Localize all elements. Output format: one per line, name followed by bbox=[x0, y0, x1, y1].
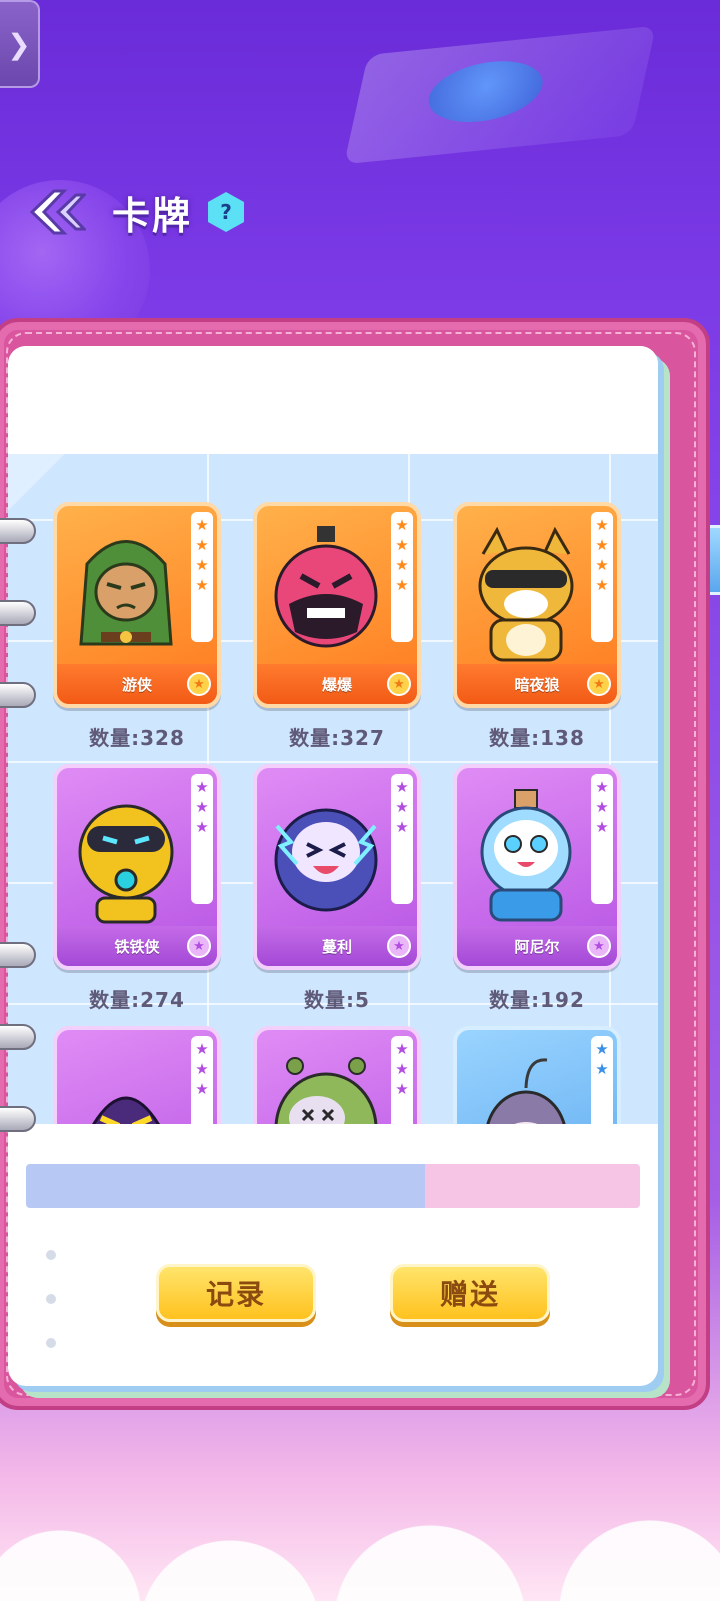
chevron-right-icon: ❯ bbox=[7, 27, 31, 61]
star-rating: ★ ★ ★ ★ bbox=[591, 512, 613, 642]
card-item[interactable]: ★ ★ ★ ★ 游侠 ★ bbox=[53, 502, 221, 708]
card-cell: ★ ★ ★ 蔓利 ★ 数量:5 bbox=[252, 764, 422, 1026]
back-button[interactable] bbox=[24, 184, 88, 240]
star-badge-icon: ★ bbox=[187, 672, 211, 696]
card-quantity: 数量:5 bbox=[304, 988, 370, 1012]
card-cell: ★ ★ ★ 铁铁侠 ★ 数量:274 bbox=[52, 764, 222, 1026]
page-title: 卡牌 bbox=[112, 193, 193, 238]
card-item[interactable]: ★ ★ ★ ★ 爆爆 ★ bbox=[253, 502, 421, 708]
star-badge-icon: ★ bbox=[187, 934, 211, 958]
binder-ring bbox=[0, 1106, 36, 1132]
decorative-strip bbox=[26, 1164, 640, 1208]
background-spaceship bbox=[343, 25, 657, 165]
card-grid-area[interactable]: ★ ★ ★ ★ 游侠 ★ 数量:328 ★ ★ ★ ★ 爆爆 ★ 数量:327 … bbox=[8, 454, 658, 1124]
zombie-character-icon bbox=[274, 1057, 378, 1124]
card-quantity: 数量:274 bbox=[89, 988, 185, 1012]
card-cell: ★ ★ ★ 阿尼尔 ★ 数量:192 bbox=[452, 764, 622, 1026]
help-button[interactable]: ? bbox=[208, 192, 245, 232]
background-clouds bbox=[0, 1451, 720, 1601]
binder-ring bbox=[0, 942, 36, 968]
star-rating: ★ ★ ★ bbox=[191, 774, 213, 904]
star-rating: ★ ★ bbox=[591, 1036, 613, 1124]
star-rating: ★ ★ ★ bbox=[191, 1036, 213, 1124]
star-rating: ★ ★ ★ bbox=[391, 774, 413, 904]
star-rating: ★ ★ ★ ★ bbox=[391, 512, 413, 642]
card-grid: ★ ★ ★ ★ 游侠 ★ 数量:328 ★ ★ ★ ★ 爆爆 ★ 数量:327 … bbox=[52, 502, 622, 1124]
card-item[interactable]: ★ ★ ★ 阿尼尔 ★ bbox=[453, 764, 621, 970]
sprout-character-icon bbox=[486, 1058, 566, 1124]
card-item[interactable]: ★ ★ ★ bbox=[53, 1026, 221, 1124]
double-chevron-left-icon bbox=[29, 189, 86, 235]
star-rating: ★ ★ ★ bbox=[391, 1036, 413, 1124]
scallop-edge bbox=[8, 441, 658, 461]
hooded-character-icon bbox=[92, 1096, 160, 1124]
card-cell: ★ ★ ★ ★ 爆爆 ★ 数量:327 bbox=[252, 502, 422, 764]
binder-ring bbox=[0, 518, 36, 544]
thunder-character-icon bbox=[274, 808, 378, 912]
card-quantity: 数量:328 bbox=[89, 726, 185, 750]
card-quantity: 数量:327 bbox=[289, 726, 385, 750]
side-expand-tab[interactable]: ❯ bbox=[0, 0, 40, 88]
binder-ring bbox=[0, 600, 36, 626]
card-cell: ★ ★ ★ bbox=[252, 1026, 422, 1124]
card-item[interactable]: ★ ★ bbox=[453, 1026, 621, 1124]
binder-ring bbox=[0, 1024, 36, 1050]
star-rating: ★ ★ ★ bbox=[591, 774, 613, 904]
card-item[interactable]: ★ ★ ★ ★ 暗夜狼 ★ bbox=[453, 502, 621, 708]
gift-button[interactable]: 赠送 bbox=[390, 1264, 550, 1322]
card-cell: ★ ★ ★ bbox=[52, 1026, 222, 1124]
star-badge-icon: ★ bbox=[587, 672, 611, 696]
binder-hole bbox=[44, 1248, 58, 1262]
page-header-area bbox=[8, 346, 658, 456]
card-cell: ★ ★ ★ ★ 游侠 ★ 数量:328 bbox=[52, 502, 222, 764]
star-badge-icon: ★ bbox=[587, 934, 611, 958]
star-badge-icon: ★ bbox=[387, 672, 411, 696]
ranger-character-icon bbox=[79, 540, 173, 646]
notebook-page: ★ ★ ★ ★ 游侠 ★ 数量:328 ★ ★ ★ ★ 爆爆 ★ 数量:327 … bbox=[8, 346, 658, 1386]
star-rating: ★ ★ ★ ★ bbox=[191, 512, 213, 642]
raccoon-character-icon bbox=[478, 526, 574, 662]
bottle-character-icon bbox=[480, 789, 572, 922]
binder-hole bbox=[44, 1336, 58, 1350]
binder-ring bbox=[0, 682, 36, 708]
binder-hole bbox=[44, 1292, 58, 1306]
card-item[interactable]: ★ ★ ★ 蔓利 ★ bbox=[253, 764, 421, 970]
robot-character-icon bbox=[78, 804, 174, 924]
page-header: 卡牌 ? bbox=[24, 182, 245, 242]
record-button[interactable]: 记录 bbox=[156, 1264, 316, 1322]
card-notebook: ★ ★ ★ ★ 游侠 ★ 数量:328 ★ ★ ★ ★ 爆爆 ★ 数量:327 … bbox=[0, 318, 710, 1410]
card-item[interactable]: ★ ★ ★ 铁铁侠 ★ bbox=[53, 764, 221, 970]
card-quantity: 数量:138 bbox=[489, 726, 585, 750]
bomb-character-icon bbox=[274, 526, 378, 648]
card-item[interactable]: ★ ★ ★ bbox=[253, 1026, 421, 1124]
star-badge-icon: ★ bbox=[387, 934, 411, 958]
card-cell: ★ ★ ★ ★ 暗夜狼 ★ 数量:138 bbox=[452, 502, 622, 764]
card-quantity: 数量:192 bbox=[489, 988, 585, 1012]
card-cell: ★ ★ bbox=[452, 1026, 622, 1124]
